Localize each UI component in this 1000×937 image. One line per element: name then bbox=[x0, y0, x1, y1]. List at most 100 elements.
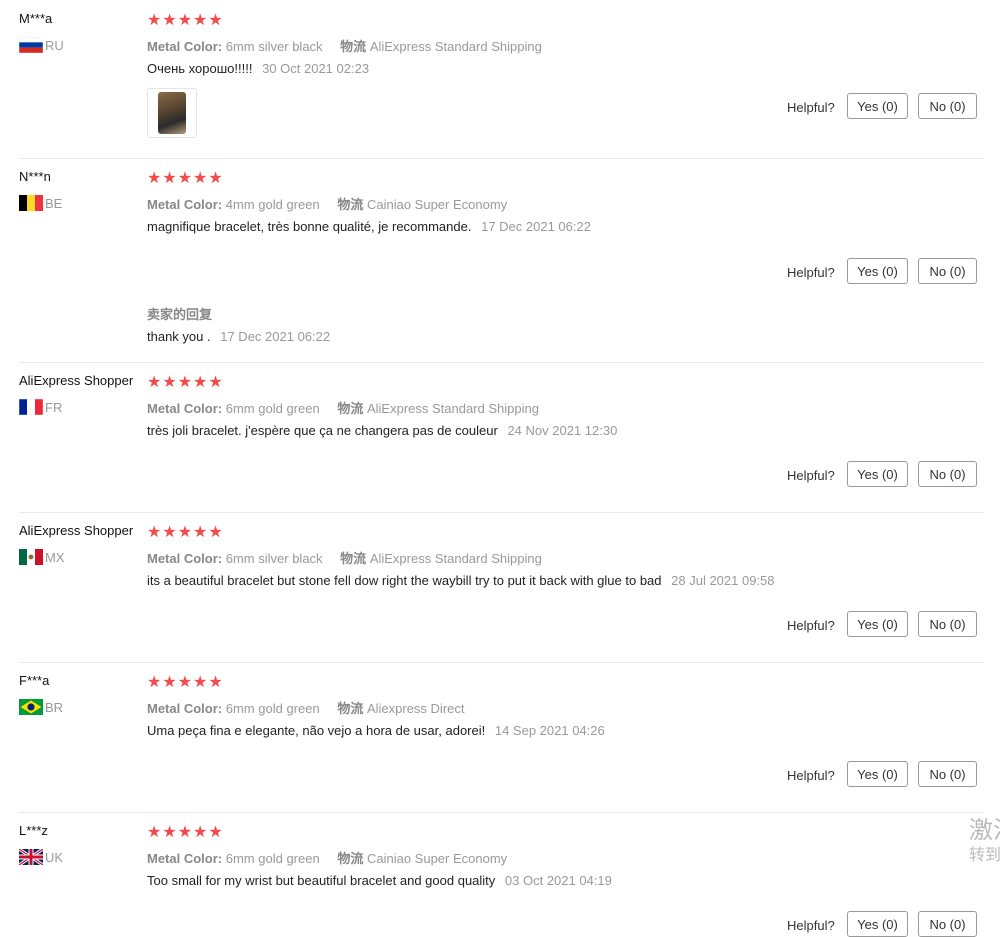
review-item: N***n BE ★★★★★ Metal Color: 4mm gold gre… bbox=[0, 158, 1000, 362]
star-rating: ★★★★★ bbox=[147, 674, 224, 691]
reviewer-name: F***a bbox=[19, 673, 50, 688]
shipping-key: 物流 bbox=[337, 701, 364, 716]
review-divider bbox=[19, 662, 984, 663]
country-code: MX bbox=[45, 549, 65, 565]
metal-color-key: Metal Color: bbox=[147, 851, 223, 866]
country-code: FR bbox=[45, 399, 63, 415]
review-body: très joli bracelet. j'espère que ça ne c… bbox=[147, 423, 498, 438]
review-text: its a beautiful bracelet but stone fell … bbox=[147, 573, 775, 588]
star-rating: ★★★★★ bbox=[147, 170, 224, 187]
country-code: UK bbox=[45, 849, 64, 865]
review-body: Uma peça fina e elegante, não vejo a hor… bbox=[147, 723, 486, 738]
country-code: BE bbox=[45, 195, 63, 211]
metal-color-value: 4mm gold green bbox=[225, 197, 320, 212]
helpful-yes-button[interactable]: Yes (0) bbox=[847, 761, 908, 787]
helpful-no-button[interactable]: No (0) bbox=[918, 93, 977, 119]
helpful-no-button[interactable]: No (0) bbox=[918, 911, 977, 937]
star-rating: ★★★★★ bbox=[147, 824, 224, 841]
watermark-line-2: 转到 bbox=[969, 847, 1000, 864]
review-date: 24 Nov 2021 12:30 bbox=[507, 423, 618, 438]
reviewer-country: BR bbox=[19, 699, 63, 715]
helpful-label: Helpful? bbox=[787, 265, 835, 280]
reviewer-country: RU bbox=[19, 37, 64, 53]
helpful-label: Helpful? bbox=[787, 468, 835, 483]
review-sku-info: Metal Color: 6mm silver black 物流 AliExpr… bbox=[147, 548, 556, 567]
review-sku-info: Metal Color: 4mm gold green 物流 Cainiao S… bbox=[147, 194, 521, 213]
activation-watermark: 激活 转到 bbox=[969, 816, 1000, 866]
review-body: Too small for my wrist but beautiful bra… bbox=[147, 873, 496, 888]
metal-color-value: 6mm gold green bbox=[225, 701, 320, 716]
metal-color-key: Metal Color: bbox=[147, 401, 223, 416]
seller-reply-date: 17 Dec 2021 06:22 bbox=[220, 329, 331, 344]
review-sku-info: Metal Color: 6mm gold green 物流 Cainiao S… bbox=[147, 848, 521, 867]
review-divider bbox=[19, 812, 984, 813]
shipping-value: AliExpress Standard Shipping bbox=[369, 551, 542, 566]
reviewer-country: UK bbox=[19, 849, 63, 865]
helpful-no-button[interactable]: No (0) bbox=[918, 761, 977, 787]
review-date: 03 Oct 2021 04:19 bbox=[504, 873, 612, 888]
star-rating: ★★★★★ bbox=[147, 12, 224, 29]
flag-uk-icon bbox=[19, 849, 43, 865]
shipping-key: 物流 bbox=[337, 401, 364, 416]
helpful-yes-button[interactable]: Yes (0) bbox=[847, 93, 908, 119]
metal-color-value: 6mm silver black bbox=[225, 39, 323, 54]
review-photo-thumbnail[interactable] bbox=[147, 88, 197, 138]
helpful-no-button[interactable]: No (0) bbox=[918, 611, 977, 637]
metal-color-key: Metal Color: bbox=[147, 701, 223, 716]
shipping-value: AliExpress Standard Shipping bbox=[366, 401, 539, 416]
flag-fr-icon bbox=[19, 399, 43, 415]
reviewer-name: L***z bbox=[19, 823, 48, 838]
reviewer-name: AliExpress Shopper bbox=[19, 523, 134, 538]
helpful-no-button[interactable]: No (0) bbox=[918, 258, 977, 284]
review-date: 17 Dec 2021 06:22 bbox=[481, 219, 591, 234]
review-item: M***a RU ★★★★★ Metal Color: 6mm silver b… bbox=[0, 0, 1000, 158]
review-sku-info: Metal Color: 6mm silver black 物流 AliExpr… bbox=[147, 36, 556, 55]
review-text: Uma peça fina e elegante, não vejo a hor… bbox=[147, 723, 605, 738]
helpful-yes-button[interactable]: Yes (0) bbox=[847, 611, 908, 637]
review-text: Too small for my wrist but beautiful bra… bbox=[147, 873, 612, 888]
shipping-key: 物流 bbox=[337, 851, 364, 866]
shipping-value: Aliexpress Direct bbox=[366, 701, 465, 716]
helpful-label: Helpful? bbox=[787, 918, 835, 933]
helpful-label: Helpful? bbox=[787, 618, 835, 633]
review-date: 28 Jul 2021 09:58 bbox=[671, 573, 775, 588]
review-sku-info: Metal Color: 6mm gold green 物流 Aliexpres… bbox=[147, 698, 479, 717]
helpful-yes-button[interactable]: Yes (0) bbox=[847, 911, 908, 937]
helpful-no-button[interactable]: No (0) bbox=[918, 461, 977, 487]
helpful-yes-button[interactable]: Yes (0) bbox=[847, 258, 908, 284]
review-item: L***z UK ★★★★★ Metal Color: 6mm gold gre… bbox=[0, 812, 1000, 937]
review-divider bbox=[19, 512, 984, 513]
shipping-key: 物流 bbox=[340, 39, 367, 54]
review-body: its a beautiful bracelet but stone fell … bbox=[147, 573, 662, 588]
metal-color-key: Metal Color: bbox=[147, 197, 223, 212]
review-sku-info: Metal Color: 6mm gold green 物流 AliExpres… bbox=[147, 398, 553, 417]
review-body: magnifique bracelet, très bonne qualité,… bbox=[147, 219, 472, 234]
country-code: RU bbox=[45, 37, 64, 53]
seller-reply-title: 卖家的回复 bbox=[147, 307, 213, 322]
helpful-label: Helpful? bbox=[787, 768, 835, 783]
seller-reply: thank you . 17 Dec 2021 06:22 bbox=[147, 329, 330, 344]
reviewer-country: MX bbox=[19, 549, 65, 565]
helpful-yes-button[interactable]: Yes (0) bbox=[847, 461, 908, 487]
metal-color-key: Metal Color: bbox=[147, 39, 223, 54]
review-divider bbox=[19, 362, 984, 363]
review-divider bbox=[19, 158, 984, 159]
country-code: BR bbox=[45, 699, 64, 715]
review-text: très joli bracelet. j'espère que ça ne c… bbox=[147, 423, 617, 438]
shipping-key: 物流 bbox=[337, 197, 364, 212]
review-photo-image bbox=[158, 92, 186, 134]
reviewer-name: M***a bbox=[19, 11, 53, 26]
shipping-value: Cainiao Super Economy bbox=[366, 197, 508, 212]
reviewer-country: FR bbox=[19, 399, 62, 415]
watermark-line-1: 激活 bbox=[969, 817, 1000, 844]
review-date: 14 Sep 2021 04:26 bbox=[494, 723, 605, 738]
reviewer-name: AliExpress Shopper bbox=[19, 373, 134, 388]
review-item: AliExpress Shopper FR ★★★★★ Metal Color:… bbox=[0, 362, 1000, 512]
flag-ru-icon bbox=[19, 37, 43, 53]
reviewer-name: N***n bbox=[19, 169, 51, 184]
metal-color-value: 6mm gold green bbox=[225, 851, 320, 866]
seller-reply-body: thank you . bbox=[147, 329, 211, 344]
shipping-key: 物流 bbox=[340, 551, 367, 566]
review-text: Очень хорошо!!!!! 30 Oct 2021 02:23 bbox=[147, 61, 369, 76]
flag-be-icon bbox=[19, 195, 43, 211]
